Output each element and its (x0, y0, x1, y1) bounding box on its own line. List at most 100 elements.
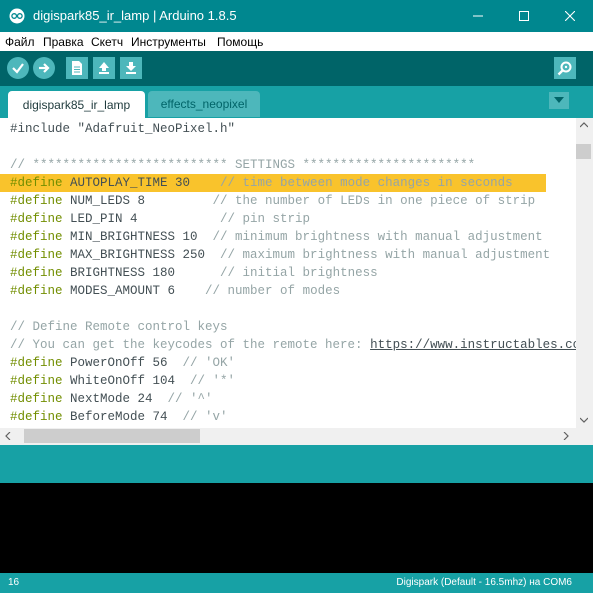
code-token: MIN_BRIGHTNESS 10 (62, 230, 213, 244)
verify-button[interactable] (7, 57, 29, 79)
code-line[interactable]: #define NextMode 24 // '^' (0, 390, 576, 408)
code-token: PowerOnOff 56 (62, 356, 183, 370)
preprocessor-keyword: #define (10, 266, 63, 280)
code-token: BeforeMode 74 (62, 410, 183, 424)
code-token: // ************************** SETTINGS *… (10, 158, 476, 172)
menu-tools[interactable]: Инструменты (131, 35, 206, 49)
arduino-logo-icon (9, 8, 25, 24)
scroll-up-icon (580, 122, 588, 128)
serial-monitor-button[interactable] (554, 57, 576, 79)
window-title: digispark85_ir_lamp | Arduino 1.8.5 (33, 8, 237, 23)
code-token: NUM_LEDS 8 (62, 194, 213, 208)
code-comment: // 'v' (182, 410, 228, 424)
vertical-scroll-thumb[interactable] (576, 144, 591, 159)
code-line-highlighted[interactable]: #define AUTOPLAY_TIME 30 // time between… (0, 174, 546, 192)
code-text: // Define Remote control keys (10, 318, 228, 336)
code-line[interactable] (0, 300, 576, 318)
preprocessor-keyword: #define (10, 374, 63, 388)
save-button[interactable] (120, 57, 142, 79)
preprocessor-keyword: #define (10, 248, 63, 262)
status-bar: 16 Digispark (Default - 16.5mhz) на COM6 (0, 573, 593, 593)
open-button[interactable] (93, 57, 115, 79)
menu-bar: Файл Правка Скетч Инструменты Помощь (0, 32, 593, 51)
code-line[interactable]: #define NUM_LEDS 8 // the number of LEDs… (0, 192, 576, 210)
new-icon (72, 61, 82, 75)
code-line[interactable]: #define PowerOnOff 56 // 'OK' (0, 354, 576, 372)
upload-button[interactable] (33, 57, 55, 79)
preprocessor-keyword: #define (10, 230, 63, 244)
tab-effects-neopixel[interactable]: effects_neopixel (148, 91, 260, 117)
code-line[interactable]: #define WhiteOnOff 104 // '*' (0, 372, 576, 390)
menu-help[interactable]: Помощь (217, 35, 263, 49)
code-comment: // minimum brightness with manual adjust… (212, 230, 543, 244)
scroll-down-icon (580, 417, 588, 423)
tab-label: digispark85_ir_lamp (22, 97, 131, 112)
code-token: AUTOPLAY_TIME 30 (62, 176, 221, 190)
preprocessor-keyword: #define (10, 194, 63, 208)
scrollbar-corner (576, 428, 593, 445)
toolbar (0, 51, 593, 86)
code-text: #define NextMode 24 // '^' (10, 390, 213, 408)
code-comment: // 'OK' (182, 356, 236, 370)
code-token: LED_PIN 4 (62, 212, 221, 226)
code-text: #define MODES_AMOUNT 6 // number of mode… (10, 282, 340, 300)
code-text: // You can get the keycodes of the remot… (10, 336, 576, 354)
code-text: #define BeforeMode 74 // 'v' (10, 408, 228, 426)
code-token: BRIGHTNESS 180 (62, 266, 221, 280)
vertical-scrollbar[interactable] (576, 118, 593, 428)
code-line[interactable]: #define BRIGHTNESS 180 // initial bright… (0, 264, 576, 282)
code-comment: // the number of LEDs in one piece of st… (212, 194, 536, 208)
code-comment: // pin strip (220, 212, 311, 226)
scroll-left-icon (5, 432, 11, 440)
preprocessor-keyword: #define (10, 356, 63, 370)
maximize-button[interactable] (501, 0, 547, 32)
code-line[interactable]: #define MAX_BRIGHTNESS 250 // maximum br… (0, 246, 576, 264)
message-area (0, 445, 593, 483)
code-text: #include "Adafruit_NeoPixel.h" (10, 120, 235, 138)
close-button[interactable] (547, 0, 593, 32)
code-line[interactable]: // ************************** SETTINGS *… (0, 156, 576, 174)
code-text: #define MIN_BRIGHTNESS 10 // minimum bri… (10, 228, 543, 246)
tab-bar: digispark85_ir_lamp effects_neopixel (0, 86, 593, 118)
verify-icon (12, 63, 24, 74)
code-line[interactable]: #define MODES_AMOUNT 6 // number of mode… (0, 282, 576, 300)
preprocessor-keyword: #define (10, 284, 63, 298)
tab-digispark85-ir-lamp[interactable]: digispark85_ir_lamp (8, 91, 145, 118)
code-text: #define LED_PIN 4 // pin strip (10, 210, 310, 228)
serial-monitor-icon (557, 61, 572, 76)
code-line[interactable] (0, 138, 576, 156)
save-icon (126, 62, 136, 74)
menu-sketch[interactable]: Скетч (91, 35, 123, 49)
code-token: // You can get the keycodes of the remot… (10, 338, 371, 352)
console-output[interactable] (0, 483, 593, 573)
horizontal-scroll-thumb[interactable] (24, 429, 200, 443)
code-text: #define AUTOPLAY_TIME 30 // time between… (10, 174, 513, 192)
code-token: WhiteOnOff 104 (62, 374, 191, 388)
code-line[interactable]: // Define Remote control keys (0, 318, 576, 336)
horizontal-scrollbar[interactable] (0, 428, 576, 445)
code-line[interactable]: #define BeforeMode 74 // 'v' (0, 408, 576, 426)
minimize-icon (473, 15, 483, 17)
maximize-icon (519, 11, 529, 21)
new-button[interactable] (66, 57, 88, 79)
menu-file[interactable]: Файл (5, 35, 35, 49)
code-line[interactable]: #include "Adafruit_NeoPixel.h" (0, 120, 576, 138)
code-link[interactable]: https://www.instructables.com (370, 338, 576, 352)
code-text: #define WhiteOnOff 104 // '*' (10, 372, 235, 390)
code-token: #include "Adafruit_NeoPixel.h" (10, 122, 236, 136)
code-token: // Define Remote control keys (10, 320, 228, 334)
code-editor[interactable]: #include "Adafruit_NeoPixel.h" // *******… (0, 118, 576, 428)
upload-icon (39, 63, 50, 73)
code-comment: // time between mode changes in seconds (220, 176, 513, 190)
preprocessor-keyword: #define (10, 392, 63, 406)
tab-menu-button[interactable] (549, 92, 569, 109)
code-comment: // '^' (167, 392, 213, 406)
code-comment: // '*' (190, 374, 236, 388)
code-line[interactable]: #define LED_PIN 4 // pin strip (0, 210, 576, 228)
code-line[interactable]: // You can get the keycodes of the remot… (0, 336, 576, 354)
code-line[interactable]: #define MIN_BRIGHTNESS 10 // minimum bri… (0, 228, 576, 246)
minimize-button[interactable] (455, 0, 501, 32)
menu-edit[interactable]: Правка (43, 35, 84, 49)
title-bar: digispark85_ir_lamp | Arduino 1.8.5 (0, 0, 593, 32)
open-icon (99, 62, 109, 74)
